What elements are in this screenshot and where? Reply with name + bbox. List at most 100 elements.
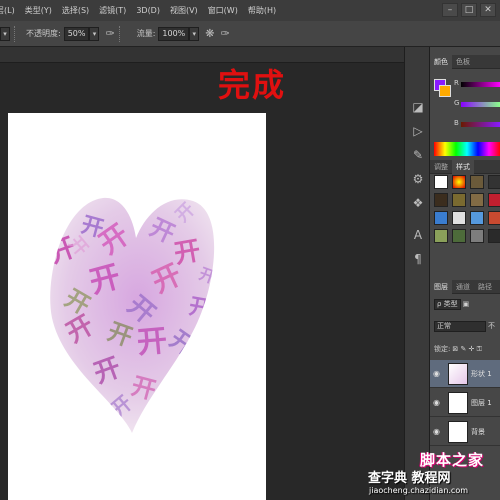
- layer-name: 背景: [471, 428, 485, 436]
- lock-row: 锁定: ⊠ ✎ ✛ ⚿: [434, 343, 500, 355]
- options-grip: [14, 25, 20, 42]
- layer-filter-row: ρ 类型 ▣: [434, 298, 500, 310]
- menu-bar: 层(L) 类型(Y) 选择(S) 滤镜(T) 3D(D) 视图(V) 窗口(W)…: [0, 0, 500, 21]
- layer-row[interactable]: ◉ 形状 1: [430, 360, 500, 388]
- tab-paths[interactable]: 路径: [474, 282, 496, 292]
- tool-presets-icon[interactable]: ⚙: [410, 171, 426, 187]
- menu-help[interactable]: 帮助(H): [243, 5, 281, 16]
- heart-artwork: 开 开 开 开 开 开 开 开 开 开 开 开 开 开 开 开 开 开 开 开: [50, 197, 215, 434]
- right-panels: 颜色 色板 R G B 调整 样式 图层 通道 路径 ρ 类型 ▣ 正常 不 锁…: [430, 47, 500, 500]
- blend-mode-select[interactable]: 正常: [434, 320, 486, 332]
- character-icon[interactable]: A: [410, 227, 426, 243]
- style-swatch[interactable]: [488, 211, 500, 225]
- filter-image-icon[interactable]: ▣: [463, 300, 470, 308]
- options-bar: ▾ 不透明度: 50% ▾ ✑ 流量: 100% ▾ ❋ ✑: [0, 21, 500, 47]
- layers-panel-tabs: 图层 通道 路径: [430, 279, 500, 294]
- visibility-eye-icon[interactable]: ◉: [433, 398, 440, 407]
- layer-name: 图层 1: [471, 399, 492, 407]
- blend-row: 正常 不: [434, 320, 500, 332]
- close-button[interactable]: ✕: [480, 3, 496, 17]
- tab-swatches[interactable]: 色板: [452, 57, 474, 67]
- style-swatch[interactable]: [452, 175, 466, 189]
- flow-label: 流量:: [136, 29, 156, 38]
- menu-3d[interactable]: 3D(D): [131, 6, 165, 15]
- svg-text:开: 开: [172, 236, 203, 270]
- layer-thumbnail: [448, 421, 468, 443]
- tab-channels[interactable]: 通道: [452, 282, 474, 292]
- b-slider[interactable]: [461, 122, 500, 127]
- g-label: G: [454, 99, 460, 107]
- mode-dropdown-arrow[interactable]: ▾: [0, 26, 10, 41]
- airbrush-icon[interactable]: ❋: [205, 27, 214, 40]
- style-swatch[interactable]: [488, 175, 500, 189]
- svg-text:开: 开: [136, 323, 169, 360]
- style-swatch[interactable]: [434, 229, 448, 243]
- g-slider[interactable]: [461, 102, 500, 107]
- style-swatch[interactable]: [434, 175, 448, 189]
- brush-presets-icon[interactable]: ✎: [410, 147, 426, 163]
- paragraph-icon[interactable]: ¶: [410, 251, 426, 267]
- menu-filter[interactable]: 滤镜(T): [94, 5, 131, 16]
- style-swatch[interactable]: [434, 193, 448, 207]
- menu-window[interactable]: 窗口(W): [203, 5, 243, 16]
- layer-row[interactable]: ◉ 背景: [430, 418, 500, 446]
- style-swatch[interactable]: [470, 211, 484, 225]
- document-canvas[interactable]: 开 开 开 开 开 开 开 开 开 开 开 开 开 开 开 开 开 开 开 开: [8, 113, 266, 500]
- layer-opacity-label: 不: [488, 322, 495, 330]
- style-swatch[interactable]: [488, 229, 500, 243]
- styles-panel-tabs: 调整 样式: [430, 159, 500, 174]
- r-slider[interactable]: [461, 82, 500, 87]
- watermark-site: 查字典 教程网: [368, 471, 451, 486]
- style-swatch[interactable]: [470, 229, 484, 243]
- flow-input[interactable]: 100%: [158, 26, 190, 41]
- visibility-eye-icon[interactable]: ◉: [433, 427, 440, 436]
- options-grip-2: [118, 25, 125, 42]
- layer-row[interactable]: ◉ 图层 1: [430, 389, 500, 417]
- clone-source-icon[interactable]: ❖: [410, 195, 426, 211]
- photoshop-window: 层(L) 类型(Y) 选择(S) 滤镜(T) 3D(D) 视图(V) 窗口(W)…: [0, 0, 500, 500]
- color-spectrum[interactable]: [434, 142, 500, 156]
- style-swatch[interactable]: [470, 193, 484, 207]
- tab-color[interactable]: 颜色: [430, 54, 452, 69]
- overlay-title: 完成: [218, 66, 287, 104]
- pressure-opacity-icon[interactable]: ✑: [105, 27, 114, 40]
- actions-icon[interactable]: ▷: [410, 123, 426, 139]
- style-swatch[interactable]: [452, 229, 466, 243]
- lock-icons[interactable]: ⊠ ✎ ✛ ⚿: [452, 345, 482, 354]
- lock-label: 锁定:: [434, 345, 451, 353]
- background-color-swatch[interactable]: [439, 85, 451, 97]
- history-icon[interactable]: ◪: [410, 99, 426, 115]
- layer-thumbnail: [448, 363, 468, 385]
- menu-layer[interactable]: 层(L): [0, 5, 20, 16]
- visibility-eye-icon[interactable]: ◉: [433, 369, 440, 378]
- window-controls: – □ ✕: [442, 3, 496, 17]
- document-tab-bar: [0, 47, 404, 63]
- styles-grid: [434, 175, 500, 243]
- menu-view[interactable]: 视图(V): [165, 5, 203, 16]
- flow-dropdown-arrow[interactable]: ▾: [189, 26, 200, 41]
- style-swatch[interactable]: [452, 193, 466, 207]
- layer-kind-filter[interactable]: ρ 类型: [434, 298, 461, 310]
- r-label: R: [454, 79, 459, 87]
- minimize-button[interactable]: –: [442, 3, 458, 17]
- pressure-size-icon[interactable]: ✑: [221, 27, 230, 40]
- tab-adjustments[interactable]: 调整: [430, 162, 452, 172]
- menu-type[interactable]: 类型(Y): [20, 5, 57, 16]
- maximize-button[interactable]: □: [461, 3, 477, 17]
- style-swatch[interactable]: [452, 211, 466, 225]
- opacity-input[interactable]: 50%: [63, 26, 90, 41]
- layer-thumbnail: [448, 392, 468, 414]
- svg-text:开: 开: [187, 294, 213, 322]
- layer-name: 形状 1: [471, 370, 492, 378]
- style-swatch[interactable]: [470, 175, 484, 189]
- menu-select[interactable]: 选择(S): [57, 5, 94, 16]
- color-panel-tabs: 颜色 色板: [430, 54, 500, 69]
- tab-layers[interactable]: 图层: [430, 279, 452, 294]
- style-swatch[interactable]: [488, 193, 500, 207]
- tab-styles[interactable]: 样式: [452, 159, 474, 174]
- panel-icon-strip: ◪ ▷ ✎ ⚙ ❖ A ¶: [404, 47, 430, 500]
- opacity-dropdown-arrow[interactable]: ▾: [89, 26, 100, 41]
- watermark-url: jiaocheng.chazidian.com: [369, 486, 469, 495]
- style-swatch[interactable]: [434, 211, 448, 225]
- opacity-label: 不透明度:: [26, 29, 61, 38]
